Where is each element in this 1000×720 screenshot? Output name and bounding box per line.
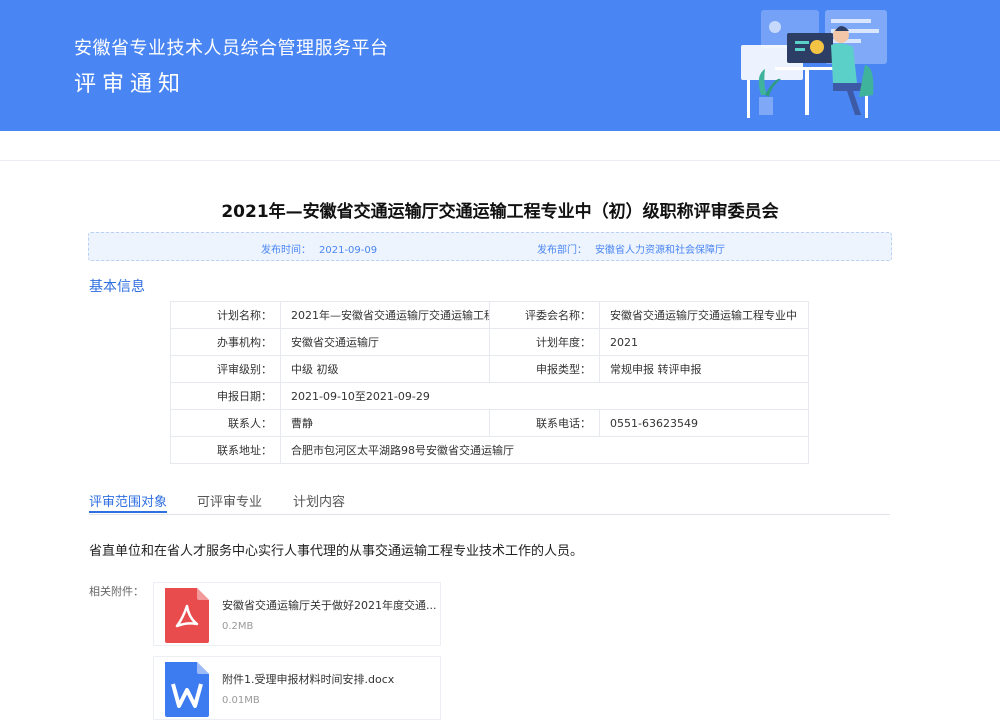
tab-reviewable-majors[interactable]: 可评审专业 <box>197 491 262 510</box>
attachments-label: 相关附件： <box>89 585 144 598</box>
table-row: 办事机构： 安徽省交通运输厅 计划年度： 2021 <box>170 328 809 356</box>
content-tabs: 评审范围对象 可评审专业 计划内容 <box>89 488 890 515</box>
active-tab-indicator <box>89 511 167 513</box>
platform-title: 安徽省专业技术人员综合管理服务平台 <box>74 38 389 59</box>
table-row: 计划名称： 2021年—安徽省交通运输厅交通运输工程 评委会名称： 安徽省交通运… <box>170 301 809 329</box>
publish-time: 发布时间： 2021-09-09 <box>261 241 377 256</box>
value-application-type: 常规申报 转评申报 <box>599 355 809 383</box>
value-contact-address: 合肥市包河区太平湖路98号安徽省交通运输厅 <box>280 436 809 464</box>
value-agency: 安徽省交通运输厅 <box>280 328 490 356</box>
label-contact-phone: 联系电话： <box>489 409 600 437</box>
value-contact-person: 曹静 <box>280 409 490 437</box>
table-row: 评审级别： 中级 初级 申报类型： 常规申报 转评申报 <box>170 355 809 383</box>
value-plan-year: 2021 <box>599 328 809 356</box>
basic-info-heading: 基本信息 <box>89 279 145 295</box>
notice-title: 2021年—安徽省交通运输厅交通运输工程专业中（初）级职称评审委员会 <box>221 202 779 222</box>
attachment-name: 安徽省交通运输厅关于做好2021年度交通... <box>222 599 437 612</box>
word-icon <box>165 662 209 717</box>
publish-time-label: 发布时间： <box>261 245 311 256</box>
tab-review-scope[interactable]: 评审范围对象 <box>89 491 167 510</box>
page-title: 评审通知 <box>74 72 187 97</box>
office-worker-illustration <box>741 10 887 118</box>
label-plan-name: 计划名称： <box>170 301 281 329</box>
label-plan-year: 计划年度： <box>489 328 600 356</box>
attachment-item[interactable]: 安徽省交通运输厅关于做好2021年度交通... 0.2MB <box>153 582 441 646</box>
publish-department: 发布部门： 安徽省人力资源和社会保障厅 <box>537 241 725 256</box>
table-row: 联系地址： 合肥市包河区太平湖路98号安徽省交通运输厅 <box>170 436 809 464</box>
attachment-size: 0.2MB <box>222 621 254 632</box>
attachment-name: 附件1.受理申报材料时间安排.docx <box>222 673 395 686</box>
label-agency: 办事机构： <box>170 328 281 356</box>
label-review-level: 评审级别： <box>170 355 281 383</box>
attachment-item[interactable]: 附件1.受理申报材料时间安排.docx 0.01MB <box>153 656 441 720</box>
department-label: 发布部门： <box>537 245 587 256</box>
divider <box>0 160 1000 161</box>
notice-meta-bar: 发布时间： 2021-09-09 发布部门： 安徽省人力资源和社会保障厅 <box>88 232 892 261</box>
label-application-type: 申报类型： <box>489 355 600 383</box>
value-committee-name: 安徽省交通运输厅交通运输工程专业中 <box>599 301 809 329</box>
label-contact-person: 联系人： <box>170 409 281 437</box>
label-contact-address: 联系地址： <box>170 436 281 464</box>
scope-description: 省直单位和在省人才服务中心实行人事代理的从事交通运输工程专业技术工作的人员。 <box>89 544 584 559</box>
pdf-icon <box>165 588 209 643</box>
table-row: 联系人： 曹静 联系电话： 0551-63623549 <box>170 409 809 437</box>
department-value: 安徽省人力资源和社会保障厅 <box>595 245 725 256</box>
header-banner: 安徽省专业技术人员综合管理服务平台 评审通知 <box>0 0 1000 131</box>
table-row: 申报日期： 2021-09-10至2021-09-29 <box>170 382 809 410</box>
value-application-date: 2021-09-10至2021-09-29 <box>280 382 809 410</box>
attachment-size: 0.01MB <box>222 695 260 706</box>
basic-info-table: 计划名称： 2021年—安徽省交通运输厅交通运输工程 评委会名称： 安徽省交通运… <box>170 301 809 464</box>
value-plan-name: 2021年—安徽省交通运输厅交通运输工程 <box>280 301 490 329</box>
value-review-level: 中级 初级 <box>280 355 490 383</box>
tab-plan-content[interactable]: 计划内容 <box>293 491 345 510</box>
label-committee-name: 评委会名称： <box>489 301 600 329</box>
publish-time-value: 2021-09-09 <box>319 245 378 256</box>
label-application-date: 申报日期： <box>170 382 281 410</box>
value-contact-phone: 0551-63623549 <box>599 409 809 437</box>
